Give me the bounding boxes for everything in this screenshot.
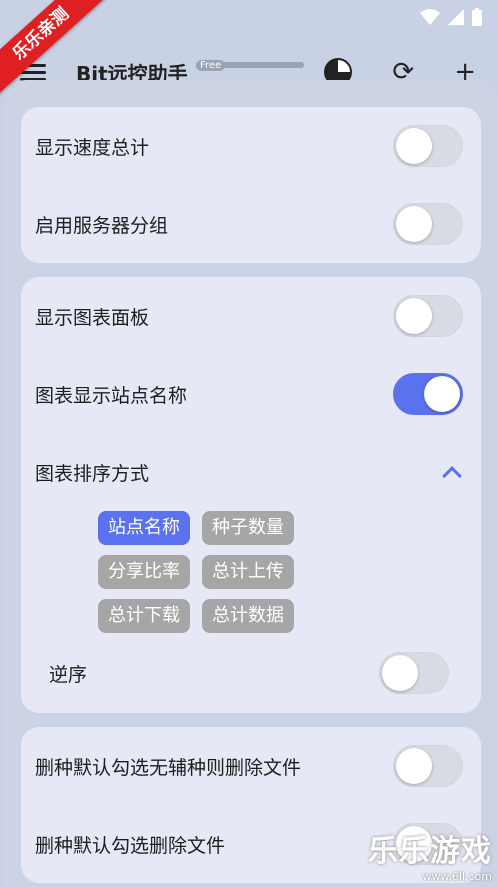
wifi-icon [420,9,440,25]
signal-icon [448,9,464,25]
sort-chip-total-data[interactable]: 总计数据 [202,599,294,633]
setting-reverse-order: 逆序 [35,633,463,713]
chart-sort-header[interactable]: 图表排序方式 [35,433,463,511]
chart-panel-toggle[interactable] [393,295,463,337]
sort-chip-share-ratio[interactable]: 分享比率 [98,555,190,589]
setting-label: 显示速度总计 [35,136,150,159]
toggle-knob [424,376,460,412]
setting-label: 图表显示站点名称 [35,384,188,407]
setting-label: 图表排序方式 [35,462,150,485]
sort-options: 站点名称 种子数量 分享比率 总计上传 总计下载 总计数据 [35,511,355,633]
toggle-knob [396,206,432,242]
sort-chip-site-name[interactable]: 站点名称 [98,511,190,545]
setting-label: 启用服务器分组 [35,214,169,237]
setting-chart-site-names: 图表显示站点名称 [35,355,463,433]
site-watermark: 乐乐游戏 www.6ll.com [368,826,492,883]
settings-card-chart: 显示图表面板 图表显示站点名称 图表排序方式 站点名称 种子数量 分享比率 总计… [21,277,481,713]
settings-sheet: 显示速度总计 启用服务器分组 显示图表面板 图表显示站点名称 图表排序方式 站点… [4,80,498,887]
chevron-up-icon[interactable] [442,466,462,486]
free-badge: Free [196,60,226,71]
setting-show-speed-total: 显示速度总计 [35,107,463,185]
setting-label: 删种默认勾选删除文件 [35,834,226,857]
server-grouping-toggle[interactable] [393,203,463,245]
sort-chip-total-upload[interactable]: 总计上传 [202,555,294,589]
toggle-knob [396,128,432,164]
setting-show-chart-panel: 显示图表面板 [35,277,463,355]
sheet-drag-handle[interactable] [222,62,304,68]
sort-chip-total-download[interactable]: 总计下载 [98,599,190,633]
toggle-knob [396,298,432,334]
sort-chip-torrent-count[interactable]: 种子数量 [202,511,294,545]
reverse-order-toggle[interactable] [379,652,449,694]
setting-label: 逆序 [49,663,88,686]
battery-icon [472,8,482,26]
toggle-knob [396,748,432,784]
speed-total-toggle[interactable] [393,125,463,167]
settings-card-general: 显示速度总计 启用服务器分组 [21,107,481,263]
setting-label: 删种默认勾选无辅种则删除文件 [35,756,302,779]
delete-no-reseed-toggle[interactable] [393,745,463,787]
chart-site-names-toggle[interactable] [393,373,463,415]
watermark-title: 乐乐游戏 [368,834,492,869]
watermark-url: www.6ll.com [422,870,492,883]
setting-delete-no-reseed-files: 删种默认勾选无辅种则删除文件 [35,727,463,805]
setting-server-grouping: 启用服务器分组 [35,185,463,263]
toggle-knob [382,655,418,691]
setting-label: 显示图表面板 [35,306,150,329]
